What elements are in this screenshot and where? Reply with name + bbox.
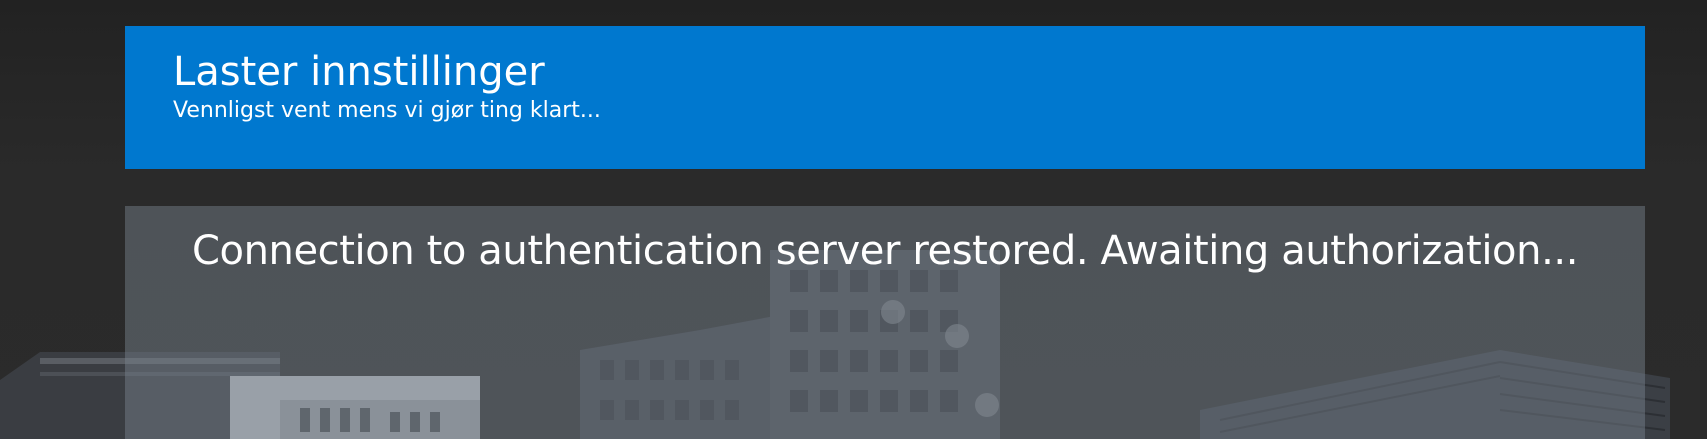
loading-screen: Laster innstillinger Vennligst vent mens… [0, 0, 1707, 439]
status-message: Connection to authentication server rest… [191, 228, 1579, 274]
loading-banner: Laster innstillinger Vennligst vent mens… [125, 26, 1645, 169]
banner-subtitle: Vennligst vent mens vi gjør ting klart..… [173, 98, 601, 123]
banner-title: Laster innstillinger [173, 49, 545, 95]
status-panel: Connection to authentication server rest… [125, 206, 1645, 439]
